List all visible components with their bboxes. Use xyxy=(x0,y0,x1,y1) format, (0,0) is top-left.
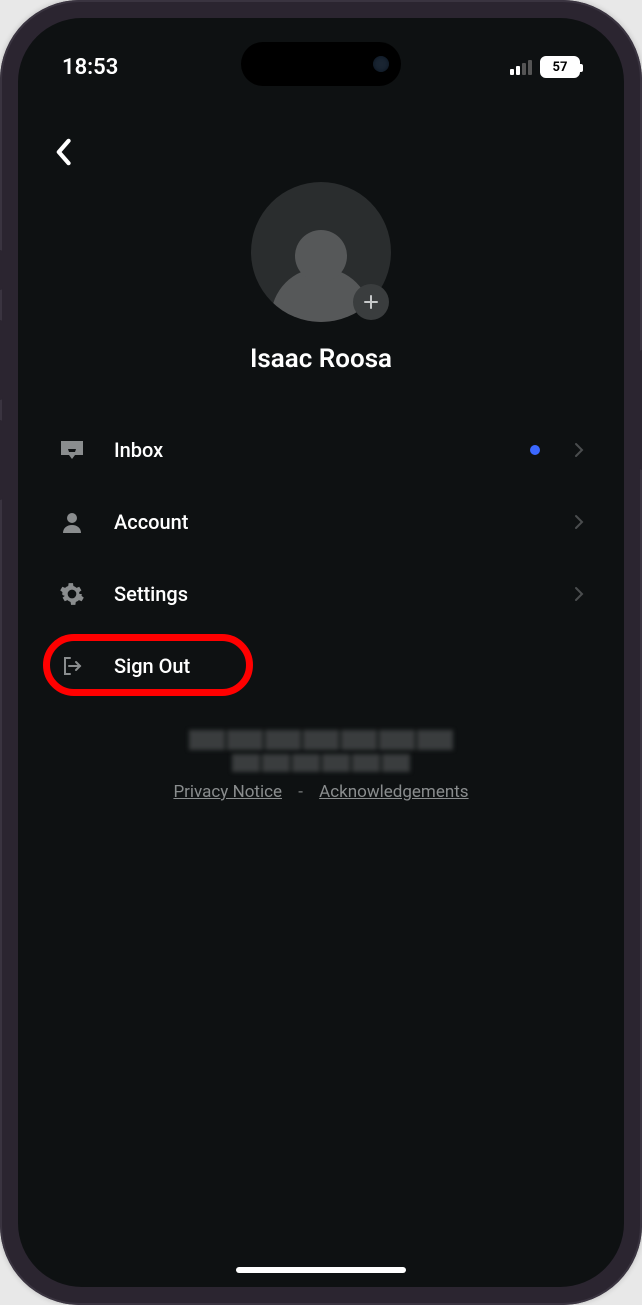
plus-icon xyxy=(362,293,380,311)
home-indicator[interactable] xyxy=(236,1267,406,1273)
side-button xyxy=(0,250,3,290)
phone-frame: 18:53 57 xyxy=(0,0,642,1305)
volume-up-button xyxy=(0,320,3,400)
privacy-link[interactable]: Privacy Notice xyxy=(173,782,282,802)
profile-name: Isaac Roosa xyxy=(250,344,392,374)
battery-level: 57 xyxy=(553,60,568,75)
inbox-icon xyxy=(58,436,86,464)
menu-item-account[interactable]: Account xyxy=(18,486,624,558)
redacted-info xyxy=(18,730,624,772)
add-photo-button[interactable] xyxy=(353,284,389,320)
cellular-signal-icon xyxy=(510,60,532,75)
profile-section: Isaac Roosa xyxy=(18,182,624,374)
chevron-right-icon xyxy=(574,586,584,602)
footer: Privacy Notice - Acknowledgements xyxy=(18,730,624,802)
chevron-right-icon xyxy=(574,514,584,530)
person-icon xyxy=(58,508,86,536)
battery-indicator: 57 xyxy=(540,56,580,78)
menu-label: Settings xyxy=(114,582,546,606)
acknowledgements-link[interactable]: Acknowledgements xyxy=(319,782,468,802)
volume-down-button xyxy=(0,420,3,500)
menu: Inbox Account Settings xyxy=(18,414,624,702)
menu-item-settings[interactable]: Settings xyxy=(18,558,624,630)
dynamic-island xyxy=(241,42,401,86)
separator: - xyxy=(298,782,303,802)
unread-indicator xyxy=(530,445,540,455)
screen: 18:53 57 xyxy=(18,18,624,1287)
gear-icon xyxy=(58,580,86,608)
back-button[interactable] xyxy=(18,88,624,170)
menu-label: Account xyxy=(114,510,546,534)
signout-icon xyxy=(58,652,86,680)
front-camera xyxy=(373,56,389,72)
menu-item-inbox[interactable]: Inbox xyxy=(18,414,624,486)
chevron-left-icon xyxy=(54,138,72,166)
status-time: 18:53 xyxy=(62,55,118,80)
chevron-right-icon xyxy=(574,442,584,458)
menu-label: Sign Out xyxy=(114,654,584,678)
menu-item-signout[interactable]: Sign Out xyxy=(18,630,624,702)
menu-label: Inbox xyxy=(114,438,502,462)
